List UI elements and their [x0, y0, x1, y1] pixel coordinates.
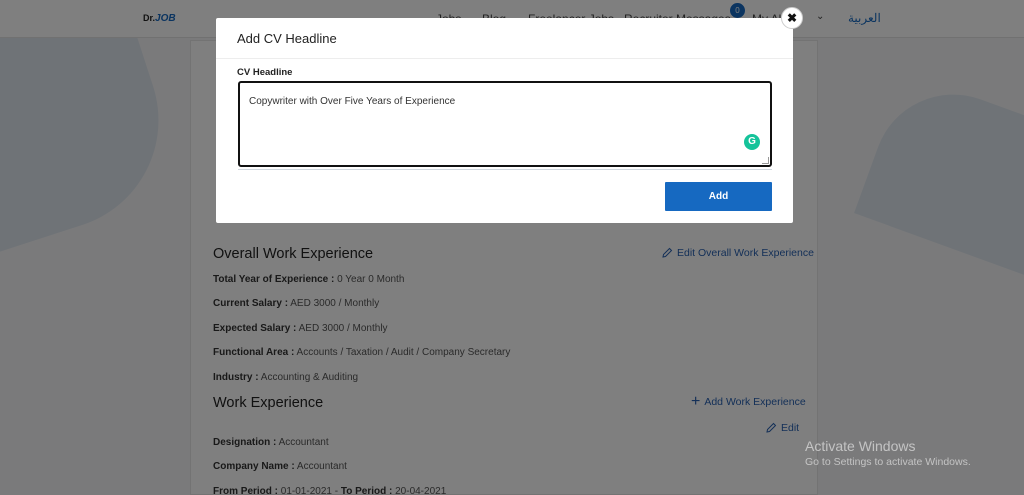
add-cv-headline-modal: Add CV Headline CV Headline Copywriter w…	[216, 18, 793, 223]
cv-headline-label: CV Headline	[237, 67, 293, 78]
windows-activation-watermark: Activate Windows	[805, 438, 916, 454]
grammarly-icon[interactable]: G	[744, 134, 760, 150]
cv-headline-textarea[interactable]: Copywriter with Over Five Years of Exper…	[238, 81, 772, 167]
resize-handle[interactable]	[762, 157, 769, 164]
modal-title: Add CV Headline	[237, 31, 337, 46]
field-underline	[238, 169, 772, 170]
add-button[interactable]: Add	[665, 182, 772, 211]
close-icon[interactable]: ✖	[781, 7, 803, 29]
windows-activation-hint: Go to Settings to activate Windows.	[805, 456, 971, 468]
modal-divider	[216, 58, 793, 59]
cv-headline-value: Copywriter with Over Five Years of Exper…	[249, 96, 456, 107]
